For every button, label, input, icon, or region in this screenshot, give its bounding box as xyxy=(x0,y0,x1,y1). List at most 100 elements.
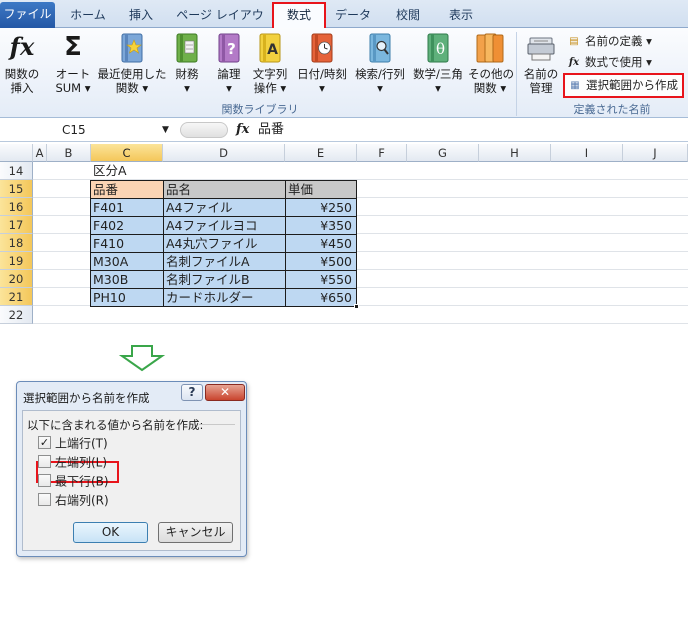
table-cell[interactable]: F401 xyxy=(91,199,164,217)
checkbox[interactable] xyxy=(38,474,51,487)
column-header-a[interactable]: A xyxy=(33,144,47,162)
tab-page-layout[interactable]: ページ レイアウト xyxy=(172,4,268,44)
column-header-j[interactable]: J xyxy=(623,144,688,162)
row-header-16[interactable]: 16 xyxy=(0,198,33,216)
column-header-c[interactable]: C xyxy=(91,144,163,162)
table-cell[interactable]: ¥350 xyxy=(286,217,357,235)
ribbon: fx 関数の 挿入 Σ オート SUM ▾ 最近使用した 関数 ▾ 財務 ▾ ?… xyxy=(0,28,688,118)
column-header-b[interactable]: B xyxy=(47,144,91,162)
table-cell[interactable]: ¥550 xyxy=(286,271,357,289)
row-header-22[interactable]: 22 xyxy=(0,306,33,324)
tab-view[interactable]: 表示 xyxy=(441,4,481,28)
table-cell[interactable]: F410 xyxy=(91,235,164,253)
checkbox-left-column[interactable]: 左端列(L) xyxy=(38,454,107,470)
table-cell[interactable]: ¥650 xyxy=(286,289,357,307)
table-cell[interactable]: F402 xyxy=(91,217,164,235)
checkbox[interactable] xyxy=(38,493,51,506)
checkbox[interactable] xyxy=(38,455,51,468)
checkbox-top-row[interactable]: ✓ 上端行(T) xyxy=(38,435,108,451)
row-header-20[interactable]: 20 xyxy=(0,270,33,288)
table-cell[interactable]: 名刺ファイルB xyxy=(164,271,286,289)
datetime-button[interactable]: 日付/時刻 ▾ xyxy=(294,32,350,95)
insert-function-button[interactable]: fx 関数の 挿入 xyxy=(2,32,42,95)
table-cell[interactable]: ¥450 xyxy=(286,235,357,253)
tab-file[interactable]: ファイル xyxy=(0,2,55,28)
fx-small-icon: fx xyxy=(568,56,580,68)
ok-button[interactable]: OK xyxy=(73,522,148,543)
row-header-18[interactable]: 18 xyxy=(0,234,33,252)
defined-names-label: 定義された名前 xyxy=(573,103,651,116)
star-book-icon xyxy=(121,33,143,63)
name-box-dropdown-icon[interactable]: ▼ xyxy=(162,121,169,139)
define-name-button[interactable]: ▤ 名前の定義 ▾ xyxy=(566,32,652,50)
math-button[interactable]: θ 数学/三角 ▾ xyxy=(410,32,466,95)
svg-text:?: ? xyxy=(227,40,236,58)
column-header-g[interactable]: G xyxy=(407,144,479,162)
table-header-cell[interactable]: 品番 xyxy=(91,181,164,199)
theta-book-icon: θ xyxy=(427,33,449,63)
create-from-selection-icon: ▦ xyxy=(570,79,580,91)
column-header-i[interactable]: I xyxy=(551,144,623,162)
table-cell[interactable]: PH10 xyxy=(91,289,164,307)
formula-bar: C15 ▼ fx 品番 xyxy=(0,119,688,142)
tab-review[interactable]: 校閲 xyxy=(388,4,428,28)
grid-row xyxy=(33,306,688,324)
table-header-cell[interactable]: 品名 xyxy=(164,181,286,199)
name-box[interactable]: C15 xyxy=(2,121,172,139)
financial-book-icon xyxy=(176,33,198,63)
autosum-button[interactable]: Σ オート SUM ▾ xyxy=(52,32,94,95)
worksheet: A B C D E F G H I J 14 15 16 17 18 19 20… xyxy=(0,144,688,327)
clock-book-icon xyxy=(311,33,333,63)
select-all-corner[interactable] xyxy=(0,144,33,162)
create-names-dialog: 選択範囲から名前を作成 ? ✕ 以下に含まれる値から名前を作成: ✓ 上端行(T)… xyxy=(16,381,247,557)
text-functions-button[interactable]: A 文字列 操作 ▾ xyxy=(250,32,290,95)
table-cell[interactable]: ¥250 xyxy=(286,199,357,217)
cancel-button[interactable]: キャンセル xyxy=(158,522,233,543)
row-header-21[interactable]: 21 xyxy=(0,288,33,306)
logical-button[interactable]: ? 論理 ▾ xyxy=(214,32,244,95)
table-header-cell[interactable]: 単価 xyxy=(286,181,357,199)
sigma-icon: Σ xyxy=(64,32,82,62)
function-library-label: 関数ライブラリ xyxy=(221,103,299,116)
column-header-d[interactable]: D xyxy=(163,144,285,162)
row-header-17[interactable]: 17 xyxy=(0,216,33,234)
checkbox-bottom-row[interactable]: 最下行(B) xyxy=(38,473,109,489)
column-header-f[interactable]: F xyxy=(357,144,407,162)
close-button[interactable]: ✕ xyxy=(205,384,245,401)
use-in-formula-button[interactable]: fx 数式で使用 ▾ xyxy=(566,53,652,71)
formula-bar-splitter[interactable] xyxy=(180,122,228,138)
help-button[interactable]: ? xyxy=(181,384,203,401)
tab-insert[interactable]: 挿入 xyxy=(120,4,162,28)
table-cell[interactable]: A4ファイル xyxy=(164,199,286,217)
create-from-selection-button[interactable]: ▦ 選択範囲から作成 xyxy=(563,73,684,98)
name-manager-button[interactable]: 名前の 管理 xyxy=(520,32,562,95)
tab-formulas[interactable]: 数式 xyxy=(272,2,326,28)
table-cell[interactable]: 名刺ファイルA xyxy=(164,253,286,271)
group-divider xyxy=(516,32,517,116)
section-caption[interactable]: 区分A xyxy=(91,162,163,180)
row-header-15[interactable]: 15 xyxy=(0,180,33,198)
tab-data[interactable]: データ xyxy=(333,4,373,28)
table-cell[interactable]: A4ファイルヨコ xyxy=(164,217,286,235)
row-header-14[interactable]: 14 xyxy=(0,162,33,180)
checkbox-right-column[interactable]: 右端列(R) xyxy=(38,492,109,508)
formula-input[interactable]: 品番 xyxy=(258,121,284,139)
tab-home[interactable]: ホーム xyxy=(64,4,112,28)
more-functions-button[interactable]: その他の 関数 ▾ xyxy=(468,32,514,95)
checkbox[interactable]: ✓ xyxy=(38,436,51,449)
table-cell[interactable]: A4丸穴ファイル xyxy=(164,235,286,253)
lookup-button[interactable]: 検索/行列 ▾ xyxy=(352,32,408,95)
svg-text:θ: θ xyxy=(436,40,445,58)
fill-handle[interactable] xyxy=(354,304,359,309)
column-header-h[interactable]: H xyxy=(479,144,551,162)
down-arrow-icon xyxy=(118,345,166,372)
table-cell[interactable]: M30B xyxy=(91,271,164,289)
insert-function-fx-icon[interactable]: fx xyxy=(236,121,249,139)
row-header-19[interactable]: 19 xyxy=(0,252,33,270)
table-cell[interactable]: ¥500 xyxy=(286,253,357,271)
table-cell[interactable]: カードホルダー xyxy=(164,289,286,307)
column-header-e[interactable]: E xyxy=(285,144,357,162)
table-cell[interactable]: M30A xyxy=(91,253,164,271)
recent-functions-button[interactable]: 最近使用した 関数 ▾ xyxy=(96,32,168,95)
financial-button[interactable]: 財務 ▾ xyxy=(172,32,202,95)
